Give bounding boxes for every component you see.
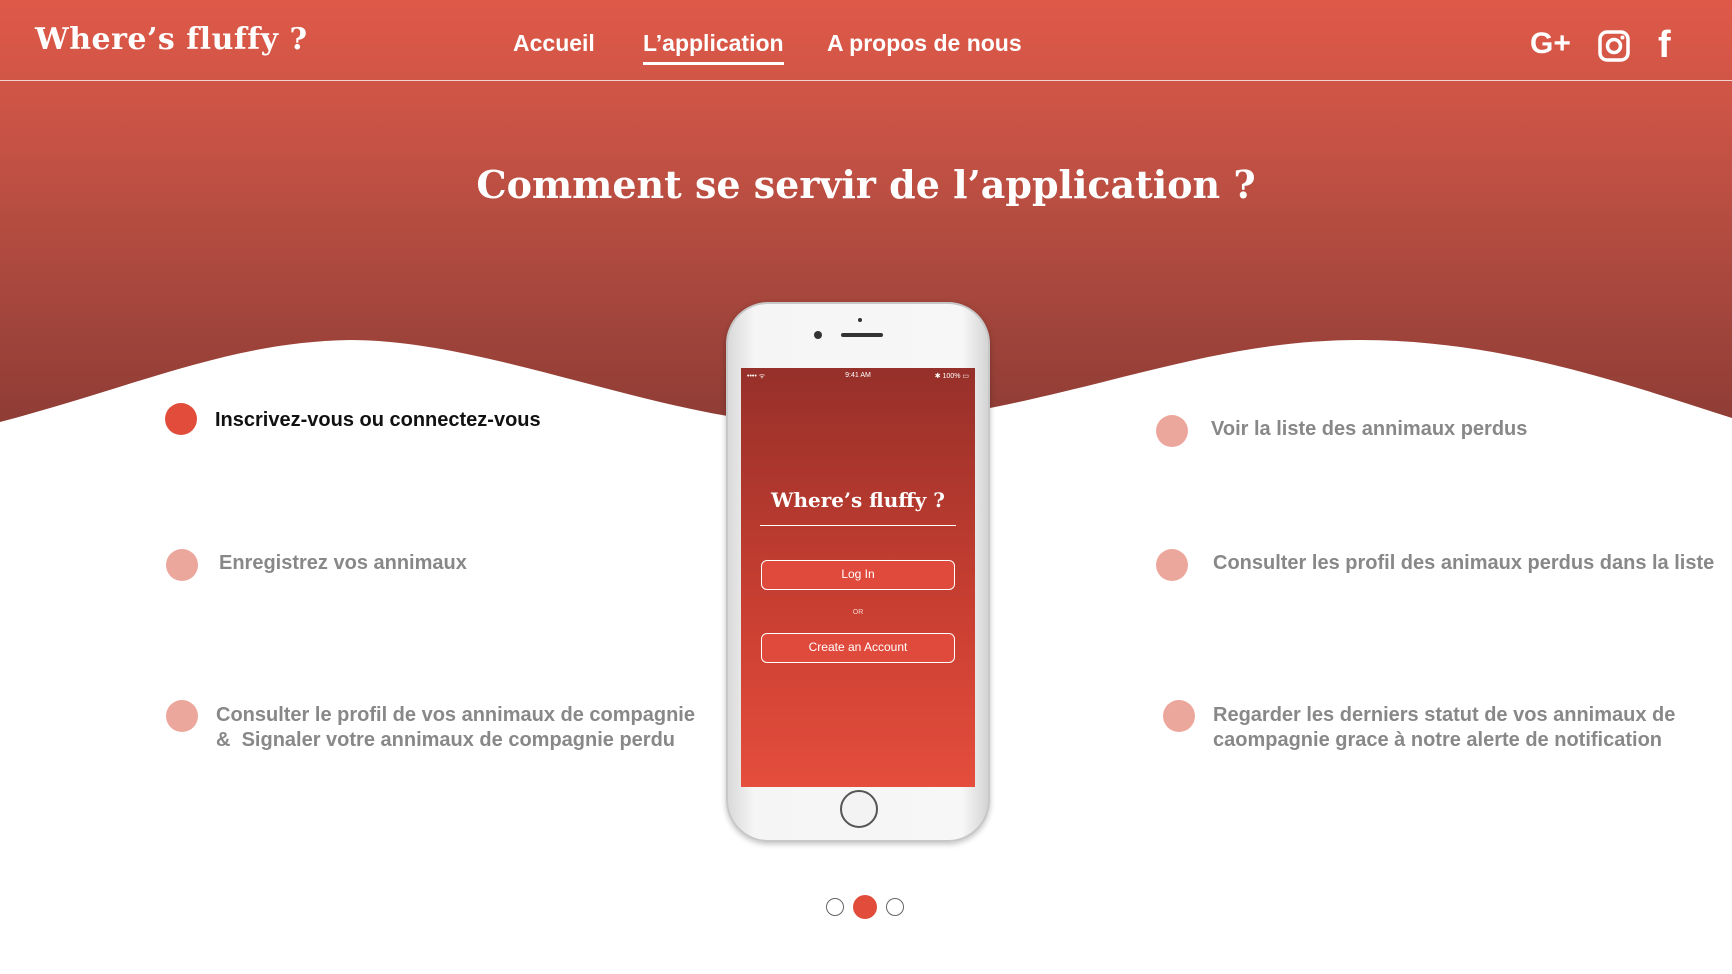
instagram-icon[interactable] bbox=[1598, 30, 1630, 62]
phone-status-bar: •••• ᯤ 9:41 AM ✱ 100% ▭ bbox=[741, 372, 975, 382]
step-indicator-5 bbox=[1156, 549, 1188, 581]
step-pet-profile: Consulter le profil de vos annimaux de c… bbox=[216, 703, 695, 753]
battery-icon: ✱ 100% ▭ bbox=[934, 373, 969, 380]
step-indicator-6 bbox=[1163, 700, 1195, 732]
app-logo-underline bbox=[760, 525, 956, 526]
carousel-dot-3[interactable] bbox=[886, 898, 904, 916]
login-button[interactable]: Log In bbox=[761, 560, 955, 590]
nav-a-propos[interactable]: A propos de nous bbox=[827, 30, 1022, 57]
step-signup: Inscrivez-vous ou connectez-vous bbox=[215, 409, 541, 431]
step-notifications-line2: caompagnie grace à notre alerte de notif… bbox=[1213, 729, 1663, 751]
site-logo[interactable]: Where’s fluffy ? bbox=[35, 22, 308, 57]
step-notifications: Regarder les derniers statut de vos anni… bbox=[1213, 703, 1675, 753]
phone-camera bbox=[814, 331, 822, 339]
step-indicator-3 bbox=[166, 700, 198, 732]
step-lost-profiles: Consulter les profil des animaux perdus … bbox=[1213, 552, 1715, 574]
step-indicator-4 bbox=[1156, 415, 1188, 447]
carousel-dot-2[interactable] bbox=[853, 895, 877, 919]
phone-mockup: •••• ᯤ 9:41 AM ✱ 100% ▭ Where’s fluffy ?… bbox=[726, 302, 990, 842]
create-account-button[interactable]: Create an Account bbox=[761, 633, 955, 663]
step-indicator-1 bbox=[165, 403, 197, 435]
facebook-icon[interactable]: f bbox=[1658, 24, 1671, 67]
ampersand: & bbox=[216, 729, 231, 751]
nav-accueil[interactable]: Accueil bbox=[513, 30, 595, 57]
phone-home-button bbox=[840, 790, 878, 828]
nav-application[interactable]: L’application bbox=[643, 30, 784, 65]
phone-screen: •••• ᯤ 9:41 AM ✱ 100% ▭ Where’s fluffy ?… bbox=[741, 368, 975, 787]
app-logo: Where’s fluffy ? bbox=[771, 488, 945, 512]
step-register-pets: Enregistrez vos annimaux bbox=[219, 552, 467, 574]
step-report-lost: Signaler votre annimaux de compagnie per… bbox=[241, 729, 676, 751]
page-title: Comment se servir de l’application ? bbox=[476, 162, 1256, 207]
step-indicator-2 bbox=[166, 549, 198, 581]
step-lost-list: Voir la liste des annimaux perdus bbox=[1211, 418, 1528, 440]
step-pet-profile-line2: & Signaler votre annimaux de compagnie p… bbox=[216, 728, 695, 753]
header-divider bbox=[0, 80, 1732, 81]
google-plus-icon[interactable]: G+ bbox=[1530, 27, 1571, 61]
carousel-dot-1[interactable] bbox=[826, 898, 844, 916]
phone-speaker bbox=[841, 333, 883, 337]
or-separator: OR bbox=[852, 609, 864, 616]
step-pet-profile-line1: Consulter le profil de vos annimaux de c… bbox=[216, 704, 695, 726]
step-notifications-line1: Regarder les derniers statut de vos anni… bbox=[1213, 704, 1676, 726]
phone-sensor bbox=[858, 318, 862, 322]
